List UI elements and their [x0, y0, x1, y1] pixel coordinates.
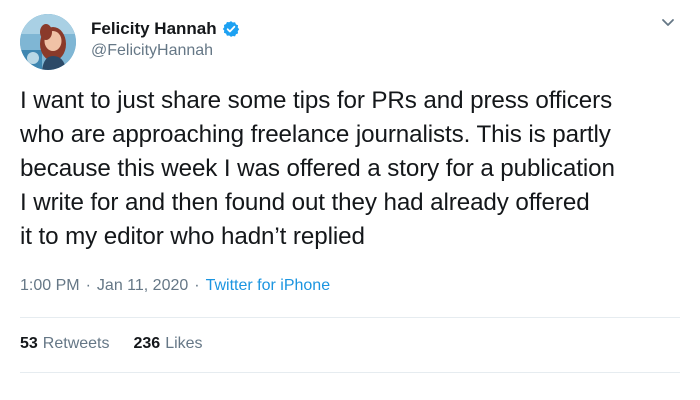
meta-separator: ·	[85, 277, 91, 294]
tweet-date[interactable]: Jan 11, 2020	[97, 277, 188, 295]
divider	[20, 317, 680, 318]
tweet-time[interactable]: 1:00 PM	[20, 277, 80, 295]
tweet-source-link[interactable]: Twitter for iPhone	[206, 277, 331, 295]
avatar[interactable]	[20, 14, 76, 70]
likes-stat[interactable]: 236 Likes	[134, 335, 203, 353]
tweet-meta: 1:00 PM · Jan 11, 2020 · Twitter for iPh…	[20, 277, 330, 295]
retweets-label: Retweets	[42, 335, 110, 352]
likes-count: 236	[133, 335, 161, 352]
meta-separator: ·	[194, 277, 200, 294]
tweet-text: I want to just share some tips for PRs a…	[20, 87, 615, 250]
tweet-header: Felicity Hannah @FelicityHannah	[20, 12, 680, 72]
retweets-count: 53	[20, 335, 38, 352]
tweet-stats: 53 Retweets 236 Likes	[20, 335, 227, 353]
display-name-row: Felicity Hannah	[91, 18, 240, 40]
retweets-stat[interactable]: 53 Retweets	[20, 335, 110, 353]
author-names: Felicity Hannah @FelicityHannah	[91, 18, 240, 60]
author-handle[interactable]: @FelicityHannah	[91, 42, 240, 60]
verified-badge-icon	[222, 20, 240, 38]
likes-label: Likes	[165, 335, 203, 352]
chevron-down-icon[interactable]	[658, 16, 678, 30]
display-name[interactable]: Felicity Hannah	[91, 19, 217, 39]
divider	[20, 372, 680, 373]
tweet-card: Felicity Hannah @FelicityHannah I want t…	[0, 0, 700, 400]
profile-photo-icon	[20, 14, 76, 70]
